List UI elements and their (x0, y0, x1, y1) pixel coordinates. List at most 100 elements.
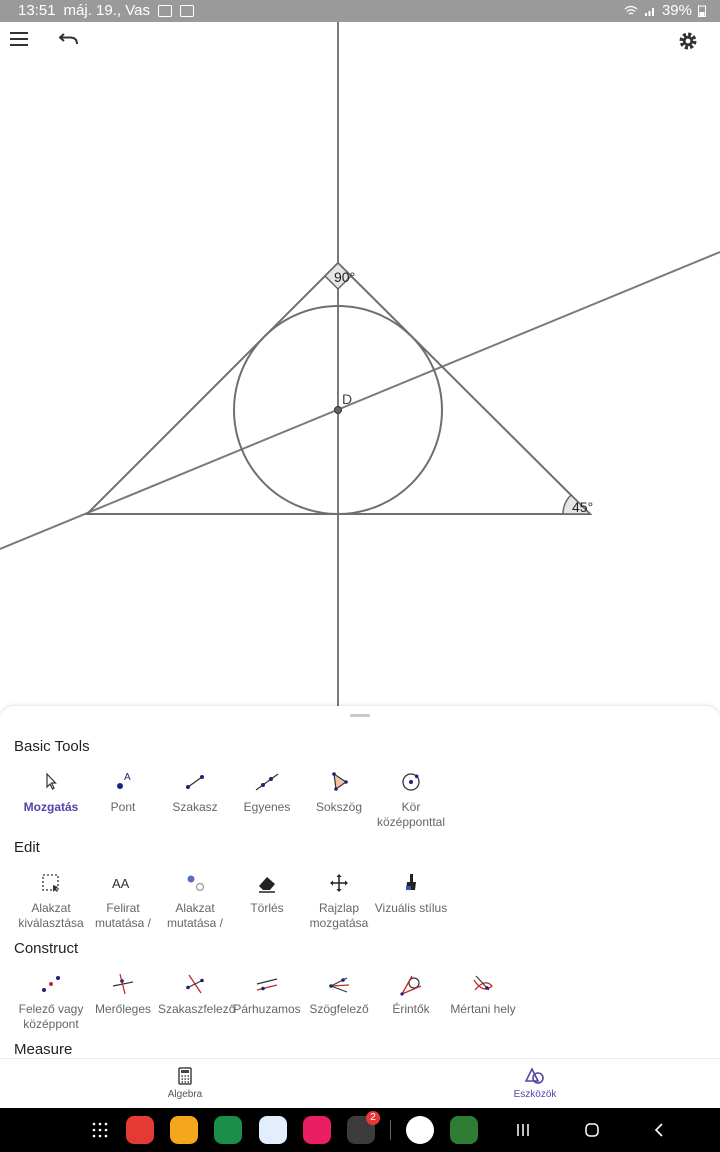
tool-label: Rajzlap mozgatása (309, 901, 369, 930)
tool-label: Pont (110, 800, 136, 814)
tool-angle-bisector[interactable]: Szögfelező (302, 972, 376, 1017)
section-edit: Edit (14, 839, 40, 856)
polygon-icon (332, 772, 348, 791)
tool-parallel[interactable]: Párhuzamos (230, 972, 304, 1017)
tool-move[interactable]: Mozgatás (14, 770, 88, 815)
app-messages-icon[interactable] (259, 1116, 287, 1144)
status-date: máj. 19., Vas (63, 2, 150, 19)
tool-midpoint[interactable]: Felező vagy középpont (14, 972, 88, 1031)
perpendicular-icon (112, 973, 134, 995)
tool-label: Párhuzamos (233, 1002, 301, 1016)
eraser-icon (259, 877, 275, 893)
circle-center-icon (402, 773, 420, 791)
tool-point[interactable]: A Pont (86, 770, 160, 815)
point-icon: A (117, 772, 131, 789)
recents-icon[interactable] (516, 1123, 530, 1137)
point-d[interactable] (334, 406, 342, 414)
home-icon[interactable] (585, 1123, 599, 1137)
tool-label: Egyenes (243, 800, 291, 814)
app-drawer-icon[interactable] (92, 1122, 108, 1138)
app-files-icon[interactable] (170, 1116, 198, 1144)
tool-label: Szakasz (172, 800, 218, 814)
brush-icon (406, 874, 416, 890)
tool-move-view[interactable]: Rajzlap mozgatása (302, 871, 376, 930)
nav-algebra-label: Algebra (167, 1089, 203, 1100)
back-icon[interactable] (654, 1123, 664, 1137)
angle-bisector-line[interactable] (0, 251, 720, 550)
tool-show-caption[interactable]: AA Felirat mutatása / (86, 871, 160, 930)
status-time: 13:51 (18, 2, 56, 19)
graphics-view[interactable]: D 90° 45° (0, 22, 720, 706)
tool-label: Érintők (392, 1002, 430, 1016)
dock-divider (390, 1120, 391, 1140)
tool-tangents[interactable]: Érintők (374, 972, 448, 1017)
tool-show-object[interactable]: Alakzat mutatása / (158, 871, 232, 930)
select-icon (42, 874, 59, 892)
tool-visual-style[interactable]: Vizuális stílus (374, 871, 448, 916)
sheet-drag-handle[interactable] (350, 714, 370, 717)
tool-circle-center[interactable]: Kör középponttal (374, 770, 448, 829)
tool-label: Felező vagy középpont (18, 1002, 84, 1031)
app-camera-icon[interactable] (303, 1116, 331, 1144)
app-phone-icon[interactable] (214, 1116, 242, 1144)
tool-segment[interactable]: Szakasz (158, 770, 232, 815)
tool-label: Mértani hely (450, 1002, 516, 1016)
calendar-icon (179, 4, 194, 17)
tangent-icon (400, 975, 422, 996)
tool-line[interactable]: Egyenes (230, 770, 304, 815)
svg-text:A: A (124, 772, 131, 783)
tool-label: Felirat mutatása / (94, 901, 152, 930)
menu-button[interactable] (10, 32, 42, 64)
tool-perpendicular[interactable]: Merőleges (86, 972, 160, 1017)
hamburger-icon (10, 32, 28, 46)
nav-algebra[interactable]: Algebra (140, 1067, 230, 1100)
calculator-icon (178, 1067, 192, 1085)
angle-bisector-icon (329, 977, 350, 993)
tool-polygon[interactable]: Sokszög (302, 770, 376, 815)
bottom-navigation: Algebra Eszközök (0, 1058, 720, 1109)
app-chrome-icon[interactable] (406, 1116, 434, 1144)
gear-icon (679, 32, 697, 50)
tool-label: Sokszög (315, 800, 363, 814)
midpoint-icon (42, 976, 60, 992)
wifi-icon (624, 5, 638, 15)
settings-button[interactable] (678, 31, 710, 63)
battery-level: 39% (661, 2, 692, 19)
tool-label: Szakaszfelező (158, 1002, 236, 1016)
tool-locus[interactable]: Mértani hely (446, 972, 520, 1017)
undo-icon (59, 33, 78, 45)
battery-icon (698, 5, 706, 17)
geometry-drawing[interactable]: D 90° 45° (0, 22, 720, 706)
arrow-pointer-icon (46, 772, 57, 790)
tool-select[interactable]: Alakzat kiválasztása (14, 871, 88, 930)
notification-badge: 2 (366, 1111, 380, 1125)
tool-label: Merőleges (94, 1002, 152, 1016)
section-basic-tools: Basic Tools (14, 738, 90, 755)
nav-tools-label: Eszközök (513, 1089, 557, 1100)
tools-sheet[interactable]: Basic Tools Edit Construct Measure Mozga… (0, 706, 720, 1058)
section-construct: Construct (14, 940, 79, 957)
tool-label: Vizuális stílus (374, 901, 448, 915)
tool-label: Kör középponttal (376, 800, 446, 829)
status-bar: 13:51 máj. 19., Vas 39% (0, 0, 720, 22)
tool-label: Alakzat mutatása / (166, 901, 224, 930)
undo-button[interactable] (59, 31, 91, 63)
locus-icon (473, 975, 493, 991)
segment-icon (186, 775, 204, 789)
show-object-icon (187, 875, 205, 892)
svg-text:AA: AA (112, 876, 130, 891)
bisector-icon (186, 974, 204, 994)
parallel-icon (256, 978, 278, 991)
tool-delete[interactable]: Törlés (230, 871, 304, 916)
nav-tools[interactable]: Eszközök (490, 1067, 580, 1100)
tool-label: Mozgatás (23, 800, 79, 814)
move-view-icon (330, 874, 348, 892)
tool-label: Törlés (250, 901, 284, 915)
signal-icon (644, 7, 654, 16)
app-calculator-icon[interactable] (450, 1116, 478, 1144)
app-flipboard-icon[interactable] (126, 1116, 154, 1144)
tool-label: Alakzat kiválasztása (18, 901, 84, 930)
line-icon (255, 773, 279, 791)
tool-perpendicular-bisector[interactable]: Szakaszfelező (158, 972, 236, 1017)
caption-icon: AA (112, 876, 130, 891)
